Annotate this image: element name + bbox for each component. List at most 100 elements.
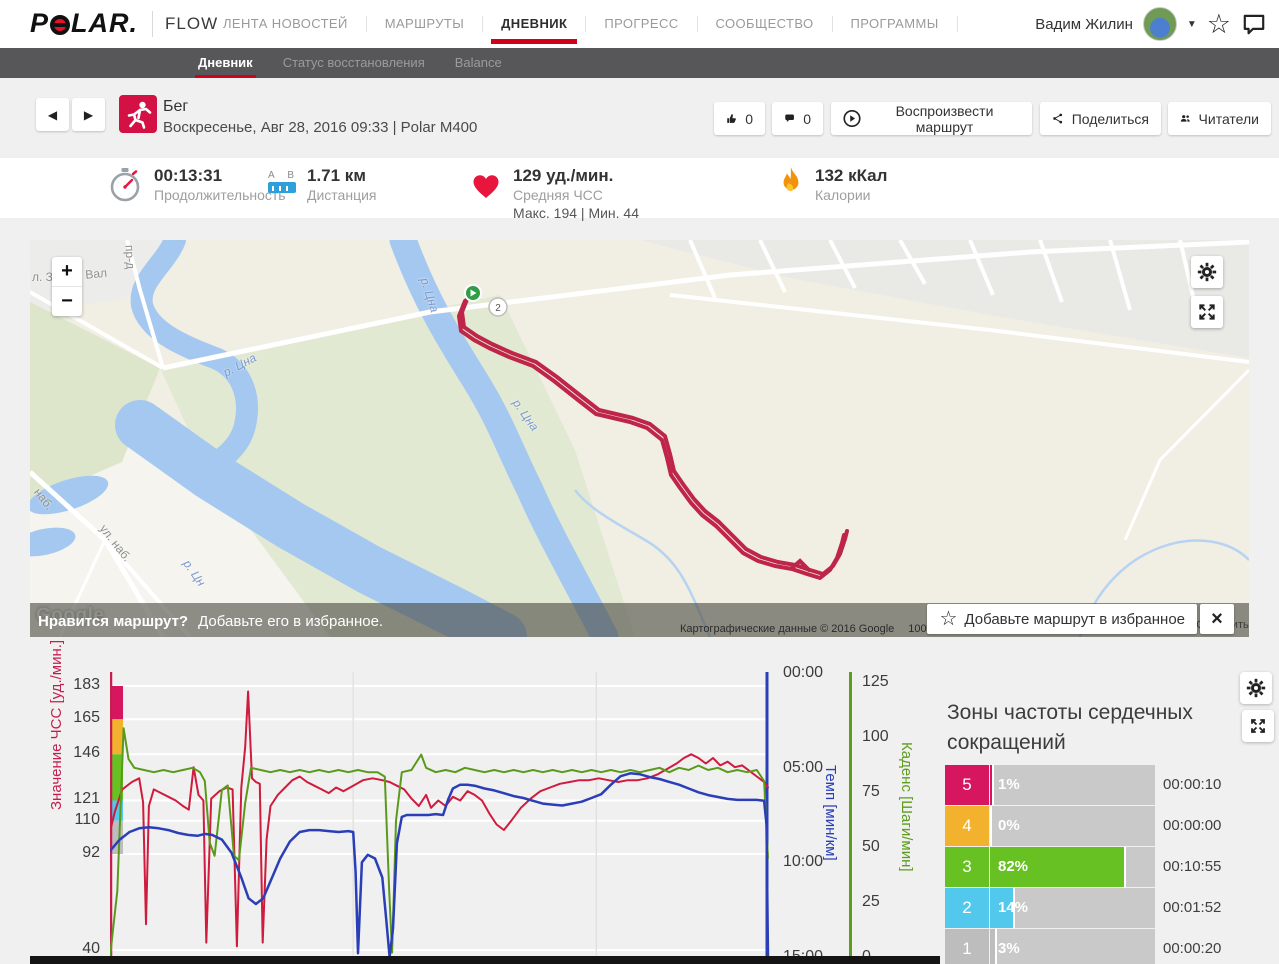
subnav-item-recovery-status[interactable]: Статус восстановления [268, 48, 440, 78]
distance-ruler-icon: АВ [268, 166, 296, 204]
zone-bar: 3% [990, 929, 1155, 964]
map-fullscreen-button[interactable] [1191, 296, 1223, 328]
hr-tick-183: 183 [73, 676, 100, 693]
zone-percent: 3% [998, 940, 1020, 957]
polar-logo-text: P LAR. [30, 8, 139, 38]
fullscreen-icon [1251, 719, 1265, 733]
street-label: л. З [32, 270, 53, 284]
messages-button[interactable] [1241, 11, 1267, 37]
zone-bar-divider [1124, 847, 1126, 887]
star-icon: ☆ [939, 608, 958, 630]
map-settings-button[interactable] [1191, 256, 1223, 288]
zoom-in-button[interactable]: + [52, 257, 82, 286]
user-area: Вадим Жилин ▼ ☆ [1035, 0, 1267, 48]
hr-tick-146: 146 [73, 744, 100, 762]
svg-text:2: 2 [495, 303, 501, 314]
followers-label: Читатели [1198, 110, 1259, 127]
people-icon [1180, 115, 1190, 122]
chart-scrollbar[interactable] [30, 956, 940, 964]
zones-fullscreen-button[interactable] [1242, 710, 1274, 742]
share-button[interactable]: Поделиться [1040, 102, 1161, 135]
comment-button[interactable]: 0 [772, 102, 823, 135]
zone-time: 00:01:52 [1163, 899, 1222, 916]
top-nav: P LAR. FLOW ЛЕНТА НОВОСТЕЙ МАРШРУТЫ ДНЕВНИК… [0, 0, 1279, 48]
map-zoom-control: + − [52, 257, 82, 316]
zone-percent: 82% [998, 858, 1029, 875]
zone-percent: 1% [998, 776, 1020, 793]
like-button[interactable]: 0 [714, 102, 765, 135]
hr-zone-row-4: 4 0% [945, 806, 1155, 846]
route-map[interactable]: 2 л. Зной Вал пр-д р. Цна р. Цна р. Цна наб. у… [30, 240, 1249, 637]
zone-number-chip: 3 [945, 847, 989, 887]
subnav-item-diary[interactable]: Дневник [183, 48, 268, 78]
play-icon [843, 109, 861, 128]
calories-stat: 132 кКал Калории [778, 166, 887, 204]
gear-icon [1197, 262, 1217, 282]
polar-logo[interactable]: P LAR. FLOW [30, 8, 218, 39]
series-cadence [110, 727, 769, 957]
add-route-favorite-button[interactable]: ☆ Добавьте маршрут в избранное [927, 604, 1197, 634]
nav-item-routes[interactable]: МАРШРУТЫ [367, 0, 482, 48]
fullscreen-icon [1199, 304, 1215, 320]
cadence-tick-50: 50 [862, 838, 880, 855]
calories-label: Калории [815, 187, 871, 203]
chevron-down-icon[interactable]: ▼ [1187, 19, 1197, 30]
duration-stat: 00:13:31 Продолжительность [107, 166, 286, 204]
chat-icon [1243, 14, 1265, 35]
pace-tick: 10:00 [783, 853, 824, 871]
summary-stats-bar: 00:13:31 Продолжительность АВ 1.71 км Ди… [0, 158, 1279, 368]
avg-hr-value: 129 уд./мин. [513, 166, 614, 185]
cadence-tick-100: 100 [862, 728, 889, 745]
favorite-prompt-text: Нравится маршрут? Добавьте его в избранно… [38, 613, 384, 630]
zone-bar: 0% [990, 806, 1155, 846]
hr-zone-row-5: 5 1% [945, 765, 1155, 805]
replay-route-button[interactable]: Воспроизвести маршрут [831, 102, 1032, 135]
avatar[interactable] [1142, 7, 1177, 41]
activity-title: Бег [163, 98, 189, 115]
zone-bar: 82% [990, 847, 1155, 887]
pace-tick: 00:00 [783, 664, 824, 681]
zoom-out-button[interactable]: − [52, 287, 82, 316]
like-count: 0 [745, 110, 753, 127]
runner-icon [127, 101, 152, 129]
hr-zone-row-1: 1 3% [945, 929, 1155, 964]
zone-number-chip: 1 [945, 929, 989, 964]
route-start-marker [464, 284, 482, 302]
next-activity-button[interactable]: ▶ [72, 98, 105, 131]
distance-value: 1.71 км [307, 166, 366, 185]
hr-tick-121: 121 [73, 790, 100, 808]
avg-hr-label: Средняя ЧСС [513, 187, 603, 203]
hr-zones-title: Зоны частоты сердечных сокращений [947, 701, 1193, 754]
map-canvas: 2 [30, 240, 1249, 637]
hr-tick-165: 165 [73, 709, 100, 727]
subnav-item-balance[interactable]: Balance [440, 48, 517, 78]
favorites-button[interactable]: ☆ [1207, 10, 1231, 38]
nav-item-community[interactable]: СООБЩЕСТВО [698, 0, 832, 48]
cadence-tick-125: 125 [862, 673, 889, 690]
nav-item-diary[interactable]: ДНЕВНИК [483, 0, 585, 48]
zone-bar-divider [990, 806, 992, 846]
nav-item-progress[interactable]: ПРОГРЕСС [586, 0, 696, 48]
followers-button[interactable]: Читатели [1168, 102, 1271, 135]
zone-number-chip: 5 [945, 765, 989, 805]
duration-label: Продолжительность [154, 187, 286, 203]
zones-settings-button[interactable] [1240, 672, 1272, 704]
km-2-marker: 2 [488, 297, 508, 317]
activity-pager: ◀ ▶ [36, 98, 105, 131]
zone-percent: 0% [998, 817, 1020, 834]
nav-item-programs[interactable]: ПРОГРАММЫ [833, 0, 957, 48]
training-curves-chart[interactable] [110, 672, 770, 957]
hr-tick-110: 110 [74, 810, 100, 828]
share-label: Поделиться [1071, 110, 1149, 127]
prev-activity-button[interactable]: ◀ [36, 98, 69, 131]
stopwatch-icon [110, 168, 140, 202]
user-name[interactable]: Вадим Жилин [1035, 16, 1133, 33]
zone-time: 00:00:10 [1163, 776, 1222, 793]
zone-bar: 1% [990, 765, 1155, 805]
cadence-axis-line [849, 672, 852, 957]
pace-axis-title: Темп [мин/км] [822, 765, 839, 861]
nav-item-feed[interactable]: ЛЕНТА НОВОСТЕЙ [205, 0, 366, 48]
cadence-axis-title: Каденс [Шаги/мин] [898, 742, 915, 872]
close-overlay-button[interactable]: × [1200, 604, 1234, 634]
thumb-up-icon [727, 114, 736, 123]
